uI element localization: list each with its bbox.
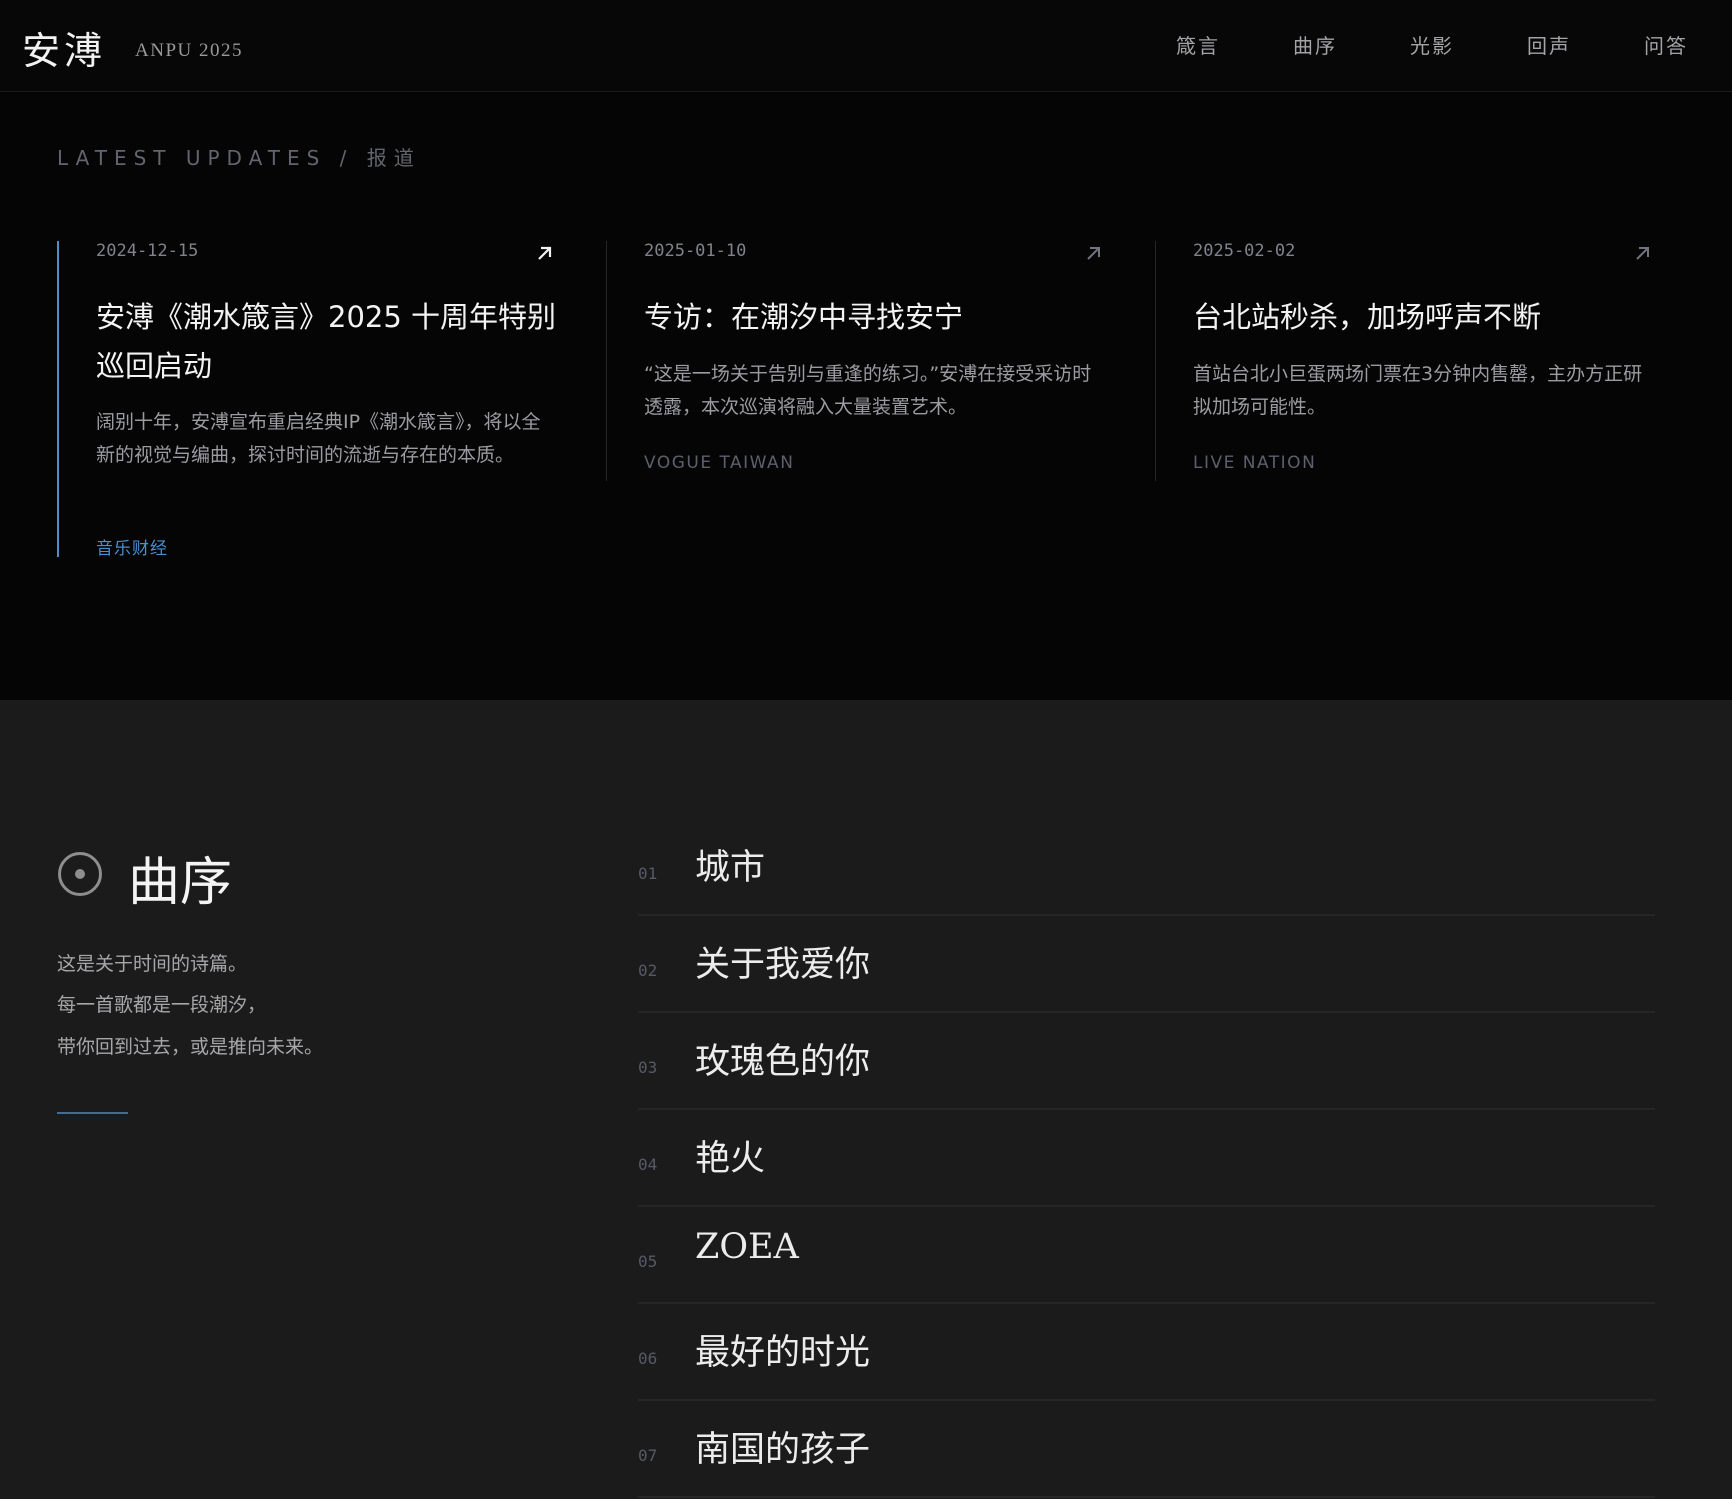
track-row[interactable]: 07 南国的孩子 (638, 1401, 1655, 1498)
track-number: 07 (638, 1446, 658, 1465)
news-date: 2025-01-10 (644, 241, 747, 261)
external-arrow-icon (538, 246, 552, 260)
intro-line: 带你回到过去，或是推向未来。 (57, 1036, 324, 1058)
news-date: 2025-02-02 (1193, 241, 1296, 261)
track-number: 02 (638, 961, 658, 980)
news-date: 2024-12-15 (96, 241, 199, 261)
nav-item-quxu[interactable]: 曲序 (1293, 30, 1337, 59)
news-title[interactable]: 台北站秒杀，加场呼声不断 (1193, 293, 1657, 342)
track-title: 艳火 (695, 1139, 766, 1179)
track-title: 关于我爱你 (695, 945, 871, 985)
track-title: ZOEA (695, 1227, 799, 1267)
intro-line: 每一首歌都是一段潮汐， (57, 994, 267, 1016)
track-row[interactable]: 02 关于我爱你 (638, 916, 1655, 1013)
news-desc: “这是一场关于告别与重逢的练习。”安溥在接受采访时透露，本次巡演将融入大量装置艺… (644, 363, 1092, 418)
intro-line: 这是关于时间的诗篇。 (57, 953, 248, 975)
track-number: 04 (638, 1155, 658, 1174)
news-card[interactable]: 2025-02-02 台北站秒杀，加场呼声不断 首站台北小巨蛋两场门票在3分钟内… (1155, 241, 1703, 481)
nav-item-zhenyan[interactable]: 箴言 (1176, 30, 1220, 59)
external-arrow-icon (1087, 247, 1100, 260)
track-number: 05 (638, 1252, 658, 1271)
nav-item-wenda[interactable]: 问答 (1644, 30, 1688, 59)
site-header: 安溥 ANPU 2025 箴言 曲序 光影 回声 问答 (0, 0, 1732, 92)
track-title: 玫瑰色的你 (695, 1042, 871, 1082)
track-row[interactable]: 03 玫瑰色的你 (638, 1013, 1655, 1110)
news-source[interactable]: LIVE NATION (1193, 453, 1316, 473)
nav-item-guangying[interactable]: 光影 (1410, 30, 1454, 59)
news-title[interactable]: 安溥《潮水箴言》2025 十周年特别巡回启动 (96, 293, 559, 391)
track-number: 01 (638, 864, 658, 883)
disc-icon (58, 852, 102, 896)
section-kicker: LATEST UPDATES / 报道 (57, 146, 421, 170)
accent-divider (57, 1112, 128, 1114)
logo-subtitle: ANPU 2025 (135, 40, 243, 61)
track-number: 06 (638, 1349, 658, 1368)
track-row[interactable]: 01 城市 (638, 819, 1655, 916)
section-heading: 曲序 (128, 853, 233, 913)
news-source[interactable]: VOGUE TAIWAN (644, 453, 794, 473)
track-title: 城市 (695, 848, 766, 888)
track-title: 最好的时光 (695, 1333, 871, 1373)
track-title: 南国的孩子 (695, 1430, 871, 1470)
news-card[interactable]: 2024-12-15 安溥《潮水箴言》2025 十周年特别巡回启动 阔别十年，安… (57, 241, 605, 559)
nav-item-huisheng[interactable]: 回声 (1527, 30, 1571, 59)
track-row[interactable]: 06 最好的时光 (638, 1304, 1655, 1401)
track-number: 03 (638, 1058, 658, 1077)
logo[interactable]: 安溥 (22, 20, 106, 75)
news-card[interactable]: 2025-01-10 专访：在潮汐中寻找安宁 “这是一场关于告别与重逢的练习。”… (606, 241, 1154, 481)
news-desc: 阔别十年，安溥宣布重启经典IP《潮水箴言》，将以全新的视觉与编曲，探讨时间的流逝… (96, 411, 541, 466)
news-source[interactable]: 音乐财经 (96, 534, 168, 559)
news-title[interactable]: 专访：在潮汐中寻找安宁 (644, 293, 1108, 342)
external-arrow-icon (1636, 247, 1649, 260)
track-row[interactable]: 05 ZOEA (638, 1207, 1655, 1304)
news-desc: 首站台北小巨蛋两场门票在3分钟内售罄，主办方正研拟加场可能性。 (1193, 363, 1643, 418)
track-row[interactable]: 04 艳火 (638, 1110, 1655, 1207)
